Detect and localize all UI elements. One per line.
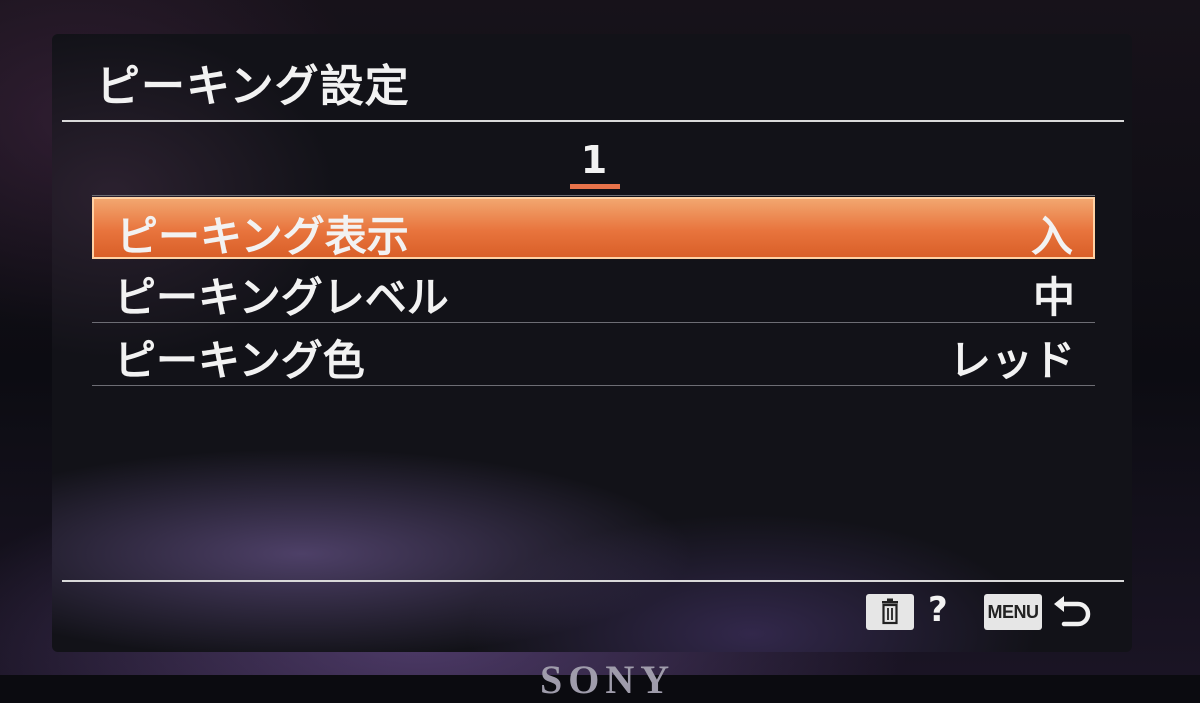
page-indicator[interactable]: 1 [568, 138, 620, 182]
delete-help-button[interactable] [866, 594, 914, 630]
page-title: ピーキング設定 [96, 61, 410, 112]
menu-item-peaking-level[interactable]: ピーキングレベル 中 [92, 260, 1095, 323]
trash-icon [882, 598, 898, 625]
help-label: ? [928, 590, 948, 630]
menu-item-label: ピーキングレベル [114, 273, 449, 322]
menu-item-value: レッド [948, 336, 1075, 385]
menu-button[interactable]: MENU [984, 594, 1042, 630]
brand-logo: SONY [540, 657, 676, 702]
header-divider [62, 120, 1124, 122]
page-indicator-underline [570, 184, 620, 189]
list-divider [92, 195, 1095, 196]
return-arrow-icon[interactable] [1050, 590, 1096, 634]
camera-body: ピーキング設定 1 ピーキング表示 入 ピーキングレベル 中 ピーキング色 レッ… [0, 0, 1200, 702]
footer-divider [62, 580, 1124, 582]
menu-item-value: 入 [1030, 212, 1073, 261]
camera-screen: ピーキング設定 1 ピーキング表示 入 ピーキングレベル 中 ピーキング色 レッ… [52, 34, 1132, 652]
menu-item-label: ピーキング色 [114, 336, 365, 385]
menu-item-peaking-display[interactable]: ピーキング表示 入 [92, 197, 1095, 261]
menu-item-value: 中 [1032, 273, 1075, 322]
menu-item-label: ピーキング表示 [116, 212, 409, 261]
menu-item-peaking-color[interactable]: ピーキング色 レッド [92, 323, 1095, 386]
